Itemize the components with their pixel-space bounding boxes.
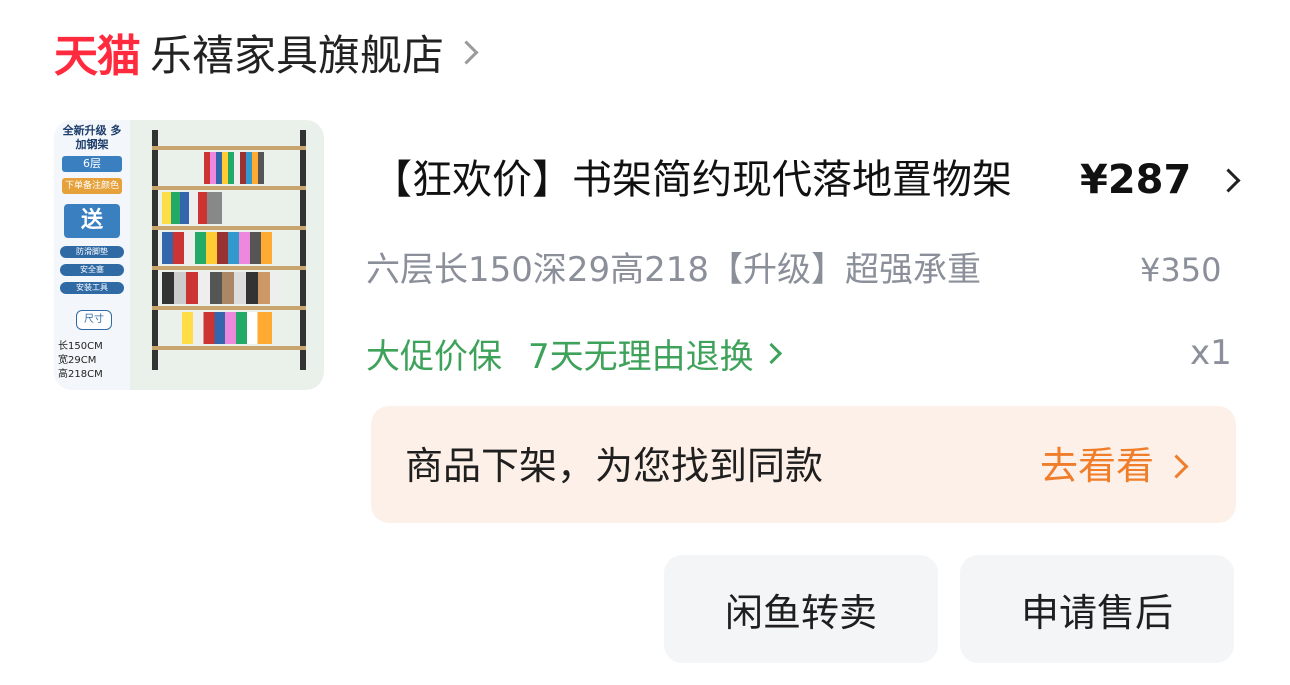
image-size-width: 宽29CM [58, 355, 97, 366]
image-sizes: 长150CM 宽29CM 高218CM [58, 340, 128, 382]
books [162, 192, 222, 224]
bookshelf-shelf [152, 146, 306, 150]
store-name[interactable]: 乐禧家具旗舰店 [150, 22, 444, 83]
books [204, 152, 264, 184]
image-color-note: 下单备注颜色 [62, 178, 122, 194]
image-feature: 安装工具 [60, 282, 124, 294]
books [182, 312, 272, 344]
tmall-logo: 天猫 [54, 31, 141, 82]
image-feature: 防滑脚垫 [60, 246, 124, 258]
image-size-height: 高218CM [58, 369, 103, 380]
xianyu-resell-button[interactable]: 闲鱼转卖 [664, 555, 938, 663]
image-headline: 全新升级 多加钢架 [62, 124, 122, 151]
product-sku: 六层长150深29高218【升级】超强承重 [366, 250, 982, 290]
bookshelf-shelf [152, 346, 306, 350]
bookshelf-shelf [152, 266, 306, 270]
service-row[interactable]: 大促价保 7天无理由退换 [366, 328, 782, 378]
original-price: ¥350 [1140, 251, 1222, 289]
quantity: x1 [1190, 333, 1232, 373]
image-size-label: 尺寸 [76, 310, 112, 330]
books [162, 232, 272, 264]
banner-text: 商品下架，为您找到同款 [405, 444, 824, 488]
image-size-length: 长150CM [58, 341, 103, 352]
chevron-right-icon [760, 342, 782, 364]
after-sale-button[interactable]: 申请售后 [960, 555, 1234, 663]
image-feature: 安全塞 [60, 264, 124, 276]
bookshelf-shelf [152, 306, 306, 310]
store-header[interactable]: 天猫 乐禧家具旗舰店 [54, 22, 479, 83]
view-similar-link[interactable]: 去看看 [1040, 438, 1189, 494]
chevron-right-icon [1164, 453, 1189, 479]
chevron-right-icon [454, 39, 479, 65]
image-gift: 送 [64, 204, 120, 238]
books [162, 272, 282, 304]
return-policy-tag: 7天无理由退换 [528, 336, 754, 377]
image-layers: 6层 [62, 156, 122, 172]
product-image[interactable]: 全新升级 多加钢架 6层 下单备注颜色 送 防滑脚垫 安全塞 安装工具 尺寸 长… [54, 120, 324, 390]
price-protection-tag: 大促价保 [366, 336, 502, 377]
chevron-right-icon[interactable] [1216, 168, 1241, 193]
view-similar-label: 去看看 [1040, 444, 1155, 488]
product-price: ¥287 [1080, 157, 1192, 203]
bookshelf-shelf [152, 186, 306, 190]
bookshelf-shelf [152, 226, 306, 230]
product-title[interactable]: 【狂欢价】书架简约现代落地置物架 [372, 150, 1042, 210]
